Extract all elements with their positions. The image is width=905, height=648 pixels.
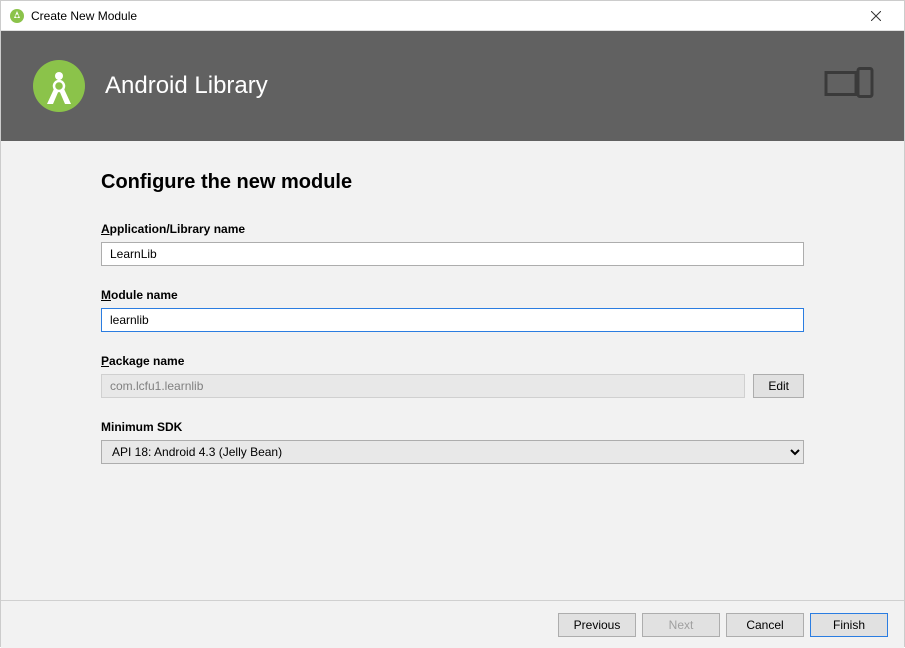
app-name-label: Application/Library name bbox=[101, 222, 804, 236]
content-area: Configure the new module Application/Lib… bbox=[1, 141, 904, 600]
finish-button[interactable]: Finish bbox=[810, 613, 888, 637]
previous-button[interactable]: Previous bbox=[558, 613, 636, 637]
window-title: Create New Module bbox=[31, 9, 856, 23]
package-name-display: com.lcfu1.learnlib bbox=[101, 374, 745, 398]
page-heading: Configure the new module bbox=[101, 171, 804, 194]
next-button: Next bbox=[642, 613, 720, 637]
cancel-button[interactable]: Cancel bbox=[726, 613, 804, 637]
min-sdk-group: Minimum SDK API 18: Android 4.3 (Jelly B… bbox=[101, 420, 804, 464]
app-name-input[interactable] bbox=[101, 242, 804, 266]
min-sdk-select[interactable]: API 18: Android 4.3 (Jelly Bean) bbox=[101, 440, 804, 464]
titlebar: Create New Module bbox=[1, 1, 904, 31]
module-name-label: Module name bbox=[101, 288, 804, 302]
banner: Android Library bbox=[1, 31, 904, 141]
android-studio-icon bbox=[9, 8, 25, 24]
banner-title: Android Library bbox=[105, 72, 268, 100]
min-sdk-label: Minimum SDK bbox=[101, 420, 804, 434]
app-name-group: Application/Library name bbox=[101, 222, 804, 266]
android-studio-logo-icon bbox=[31, 58, 87, 114]
package-name-label: Package name bbox=[101, 354, 804, 368]
module-name-input[interactable] bbox=[101, 308, 804, 332]
package-name-group: Package name com.lcfu1.learnlib Edit bbox=[101, 354, 804, 398]
close-button[interactable] bbox=[856, 2, 896, 30]
edit-package-button[interactable]: Edit bbox=[753, 374, 804, 398]
device-icon bbox=[824, 67, 874, 106]
module-name-group: Module name bbox=[101, 288, 804, 332]
footer: Previous Next Cancel Finish bbox=[1, 600, 904, 648]
